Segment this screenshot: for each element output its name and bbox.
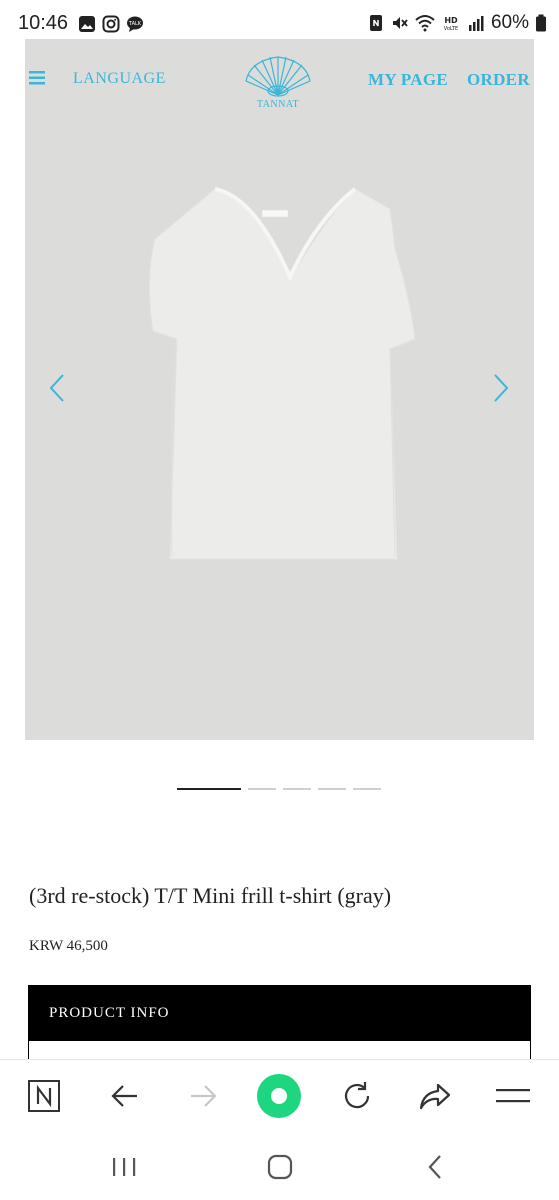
battery-percent: 60% [490,12,529,33]
reload-button[interactable] [339,1078,375,1114]
product-info-panel [28,1041,531,1059]
forward-button[interactable] [185,1078,221,1114]
back-icon [111,1085,137,1107]
system-back-icon[interactable] [421,1152,451,1182]
carousel-indicator-3[interactable] [283,788,311,790]
green-dot-icon [257,1074,301,1118]
carousel-indicator-1[interactable] [177,788,241,790]
logo-text: TANNAT [256,99,300,110]
gallery-icon [79,16,95,32]
carousel-indicator-5[interactable] [353,788,381,790]
share-icon [419,1083,451,1110]
green-dot-button[interactable] [256,1073,302,1119]
signal-icon [468,16,484,31]
back-button[interactable] [107,1078,143,1114]
product-image-carousel[interactable]: LANGUAGE TANNAT MY PAGE ORDER [25,39,534,740]
naver-icon [28,1080,60,1112]
menu-icon [496,1089,530,1103]
carousel-indicator-2[interactable] [248,788,276,790]
mute-icon [392,17,408,29]
browser-menu-button[interactable] [495,1078,531,1114]
talk-icon: TALK [127,16,143,32]
carousel-indicator-4[interactable] [318,788,346,790]
reload-icon [344,1082,370,1109]
order-link[interactable]: ORDER [467,70,530,90]
tannat-logo[interactable]: TANNAT [240,51,316,113]
instagram-icon [102,15,120,33]
recents-icon[interactable] [109,1152,139,1182]
carousel-next-arrow-icon[interactable] [490,373,512,403]
browser-toolbar [0,1059,559,1134]
hamburger-menu-icon[interactable] [29,71,45,85]
svg-text:TALK: TALK [128,21,142,27]
wifi-icon [415,15,435,32]
product-info-tab[interactable]: PRODUCT INFO [28,985,531,1041]
carousel-indicators [177,788,381,790]
forward-icon [191,1085,217,1107]
my-page-link[interactable]: MY PAGE [368,70,448,90]
svg-text:HD: HD [444,16,458,25]
status-time: 10:46 [18,12,69,34]
shell-logo-icon [245,56,311,97]
svg-text:VoLTE: VoLTE [444,26,458,32]
status-right: HD VoLTE 60% [367,12,547,34]
product-title: (3rd re-stock) T/T Mini frill t-shirt (g… [29,883,392,908]
product-image [25,39,534,740]
carousel-prev-arrow-icon[interactable] [46,373,68,403]
hd-voice-icon: HDVoLTE [444,16,458,32]
naver-home-button[interactable] [26,1078,62,1114]
product-price: KRW 46,500 [29,938,108,954]
nfc-icon [369,15,382,31]
language-link[interactable]: LANGUAGE [73,70,166,88]
home-icon[interactable] [265,1152,295,1182]
status-left-icons: TALK [78,15,144,33]
battery-icon [536,14,546,32]
product-info-label: PRODUCT INFO [49,1005,170,1021]
system-navigation-bar [0,1134,559,1200]
share-button[interactable] [417,1078,453,1114]
